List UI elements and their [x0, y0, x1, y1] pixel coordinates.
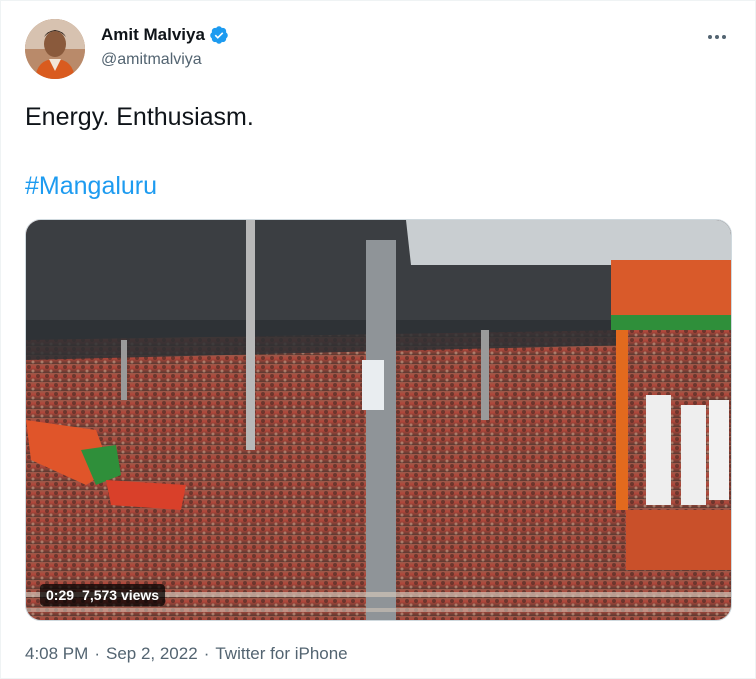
tweet-text: Energy. Enthusiasm.: [25, 103, 254, 131]
video-views: 7,573 views: [82, 587, 160, 603]
author-name-row: Amit Malviya: [101, 25, 229, 45]
author-handle[interactable]: @amitmalviya: [101, 51, 202, 69]
tweet-time[interactable]: 4:08 PM: [25, 644, 88, 664]
author-avatar[interactable]: [25, 19, 85, 79]
avatar-image: [25, 19, 85, 79]
tweet-metadata: 4:08 PM · Sep 2, 2022 · Twitter for iPho…: [25, 644, 348, 664]
tweet-source[interactable]: Twitter for iPhone: [215, 644, 347, 664]
hashtag-link[interactable]: #Mangaluru: [25, 171, 157, 201]
tweet-date[interactable]: Sep 2, 2022: [106, 644, 198, 664]
author-name[interactable]: Amit Malviya: [101, 25, 205, 45]
video-duration: 0:29: [46, 587, 75, 603]
more-options-icon[interactable]: [705, 25, 729, 49]
tweet-card: Amit Malviya @amitmalviya Energy. Enthus…: [0, 0, 756, 679]
meta-separator: ·: [94, 644, 100, 663]
verified-badge-icon: [209, 25, 229, 45]
meta-separator: ·: [203, 644, 210, 663]
video-player[interactable]: 0:29 7,573 views: [25, 219, 732, 621]
video-thumbnail: [26, 220, 731, 620]
video-stats-badge: 0:29 7,573 views: [40, 584, 166, 606]
